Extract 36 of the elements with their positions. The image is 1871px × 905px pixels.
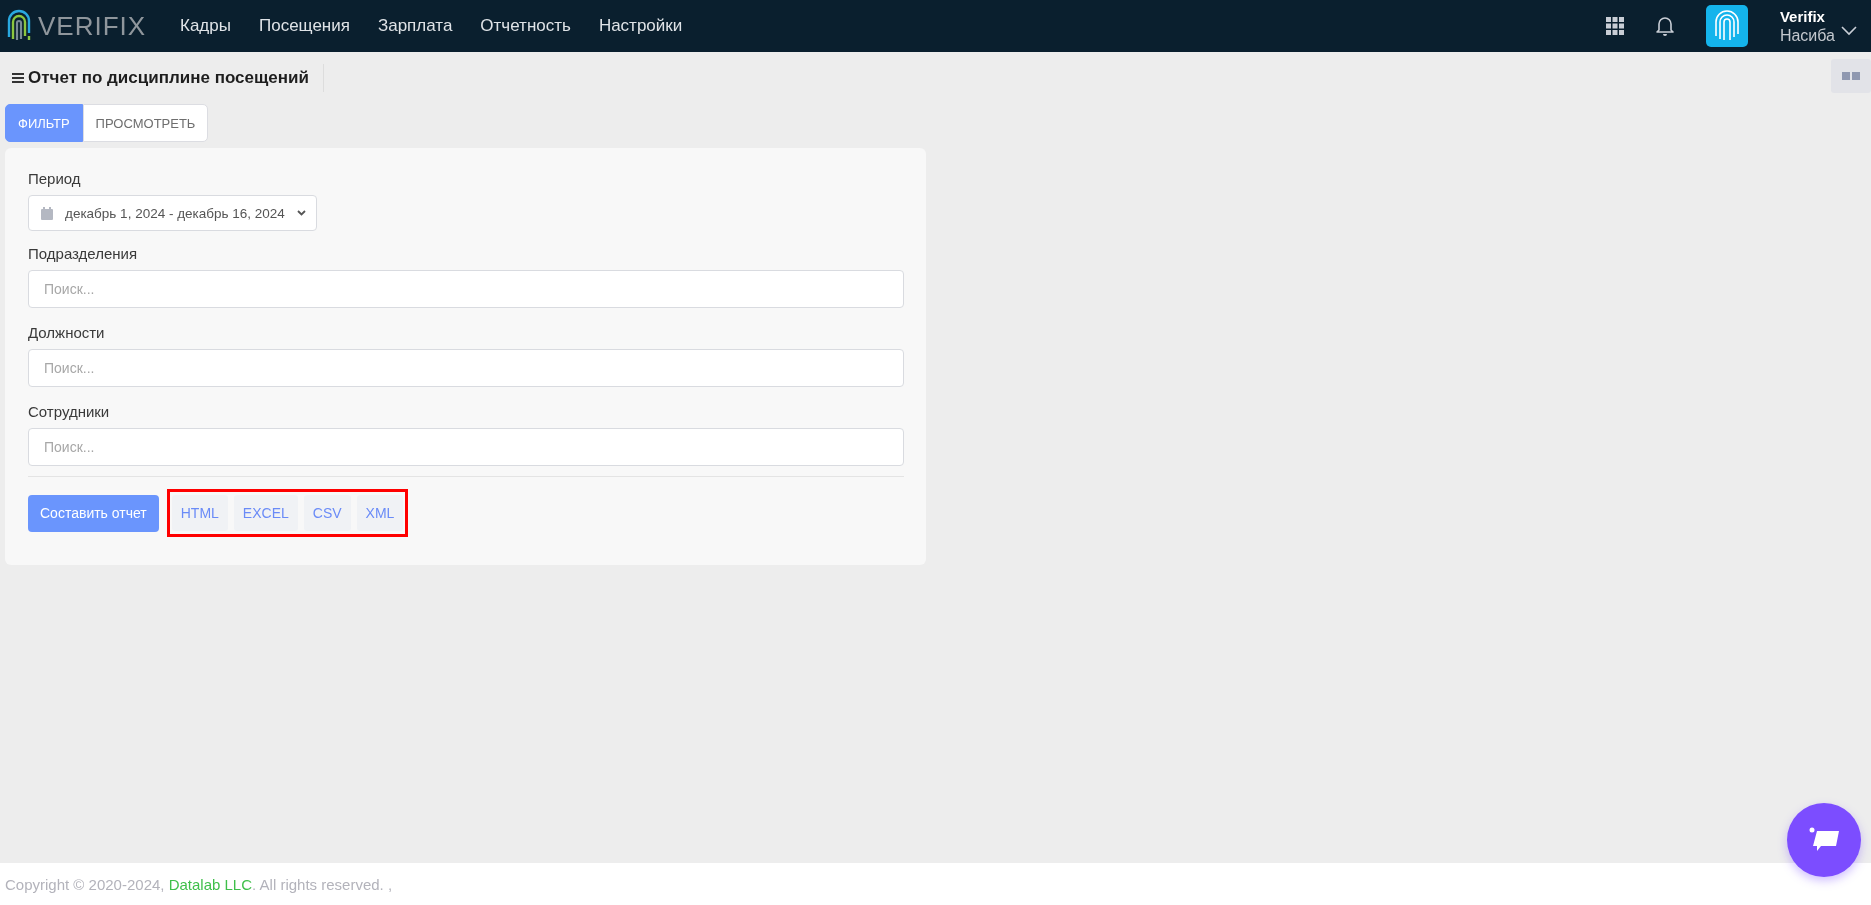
field-label: Подразделения [28,245,139,262]
export-button[interactable]: EXCEL [233,495,298,531]
search-field[interactable]: Поиск... [28,349,904,387]
search-field[interactable]: Поиск... [28,428,904,466]
nav-link[interactable]: Зарплата [377,16,453,36]
export-button[interactable]: CSV [303,495,351,531]
logo-text: VERIFIX [38,10,147,42]
calendar-icon [41,206,53,220]
export-button[interactable]: HTML [171,495,228,531]
nav-link[interactable]: Посещения [258,16,350,36]
export-button[interactable]: XML [356,495,404,531]
nav-link[interactable]: Настройки [598,16,683,36]
chat-button[interactable] [1787,803,1861,877]
date-range-picker[interactable]: декабрь 1, 2024 - декабрь 16, 2024 [28,195,317,231]
nav-link[interactable]: Кадры [180,16,231,36]
user-name: Насиба [1779,26,1835,45]
fingerprint-logo-icon [6,9,32,43]
tab[interactable]: ФИЛЬТР [5,104,83,142]
field-label: Период [28,170,82,187]
field-label: Должности [28,324,106,341]
generate-report-button[interactable]: Составить отчет [28,494,159,532]
search-field[interactable]: Поиск... [28,270,904,308]
menu-icon[interactable] [12,73,24,83]
nav-link[interactable]: Отчетность [480,16,571,36]
notification-bell-icon[interactable] [1655,16,1674,36]
apps-grid-icon[interactable] [1605,17,1624,35]
tab[interactable]: ПРОСМОТРЕТЬ [82,104,209,142]
caret-icon [296,210,306,216]
user-avatar[interactable] [1705,5,1748,47]
field-label: Сотрудники [28,403,111,420]
company-name: Verifix [1779,7,1826,26]
copyright-text: Copyright © 2020-2024, Datalab LLC. All rights reserved. , [5,875,393,893]
fingerprint-icon [1713,10,1740,42]
translate-icon [1842,71,1860,81]
chevron-down-icon[interactable] [1841,26,1857,36]
page-title: Отчет по дисциплине посещений [28,68,309,88]
